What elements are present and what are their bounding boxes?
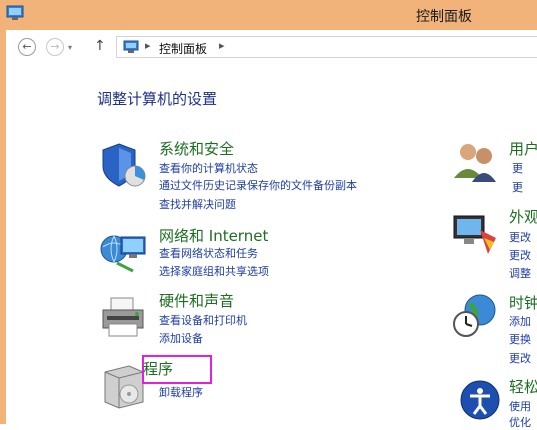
category-link[interactable]: 更改 (509, 229, 531, 245)
category-title[interactable]: 系统和安全 (159, 140, 234, 158)
category-link[interactable]: 添加 (509, 313, 531, 329)
breadcrumb-separator-icon[interactable]: ▸ (219, 39, 225, 52)
category-title[interactable]: 轻松 (509, 376, 537, 397)
users-icon (454, 144, 496, 182)
address-bar[interactable]: ▸ 控制面板 ▸ (116, 36, 537, 58)
control-panel-icon (123, 40, 139, 53)
back-button[interactable]: ← (18, 38, 36, 56)
highlight-box (142, 355, 212, 384)
category-title[interactable]: 用户 (509, 138, 537, 159)
category-link[interactable]: 更改 (509, 247, 531, 263)
ease-access-icon (460, 380, 500, 420)
forward-arrow-icon: → (50, 40, 60, 53)
monitor-palette-icon (453, 215, 496, 254)
network-globe-icon (100, 235, 146, 273)
category-title[interactable]: 时钟 (509, 292, 537, 313)
navigation-bar: ← → ▾ ↑ ▸ 控制面板 ▸ (6, 30, 537, 64)
category-link[interactable]: 优化 (509, 414, 531, 430)
control-panel-icon (6, 5, 24, 20)
category-link[interactable]: 卸载程序 (159, 386, 203, 400)
category-link[interactable]: 更 (512, 179, 523, 195)
category-link[interactable]: 通过文件历史记录保存你的文件备份副本 (159, 179, 357, 193)
category-title[interactable]: 外观 (509, 206, 537, 227)
category-link[interactable]: 查看你的计算机状态 (159, 162, 258, 176)
back-arrow-icon: ← (22, 40, 32, 53)
page-title: 调整计算机的设置 (97, 90, 218, 108)
category-link[interactable]: 选择家庭组和共享选项 (159, 265, 269, 279)
category-title[interactable]: 硬件和声音 (159, 292, 234, 310)
breadcrumb-item[interactable]: 控制面板 (159, 40, 207, 57)
category-link[interactable]: 更改 (509, 350, 531, 366)
category-link[interactable]: 添加设备 (159, 332, 203, 346)
shield-chart-icon (102, 143, 146, 187)
up-arrow-icon[interactable]: ↑ (94, 38, 106, 54)
category-link[interactable]: 查看设备和打印机 (159, 314, 247, 328)
category-link[interactable]: 查看网络状态和任务 (159, 247, 258, 261)
category-link[interactable]: 更 (512, 160, 523, 176)
recent-dropdown-icon[interactable]: ▾ (68, 43, 72, 52)
category-link[interactable]: 使用 (509, 398, 531, 414)
category-link[interactable]: 调整 (509, 265, 531, 281)
breadcrumb-separator-icon[interactable]: ▸ (145, 39, 151, 52)
forward-button[interactable]: → (46, 38, 64, 56)
category-link[interactable]: 更换 (509, 331, 531, 347)
clock-globe-icon (453, 294, 496, 337)
category-title[interactable]: 网络和 Internet (159, 227, 268, 245)
title-bar: 控制面板 (0, 0, 537, 30)
printer-icon (102, 297, 144, 337)
category-link[interactable]: 查找并解决问题 (159, 198, 236, 212)
window-title: 控制面板 (416, 9, 472, 25)
